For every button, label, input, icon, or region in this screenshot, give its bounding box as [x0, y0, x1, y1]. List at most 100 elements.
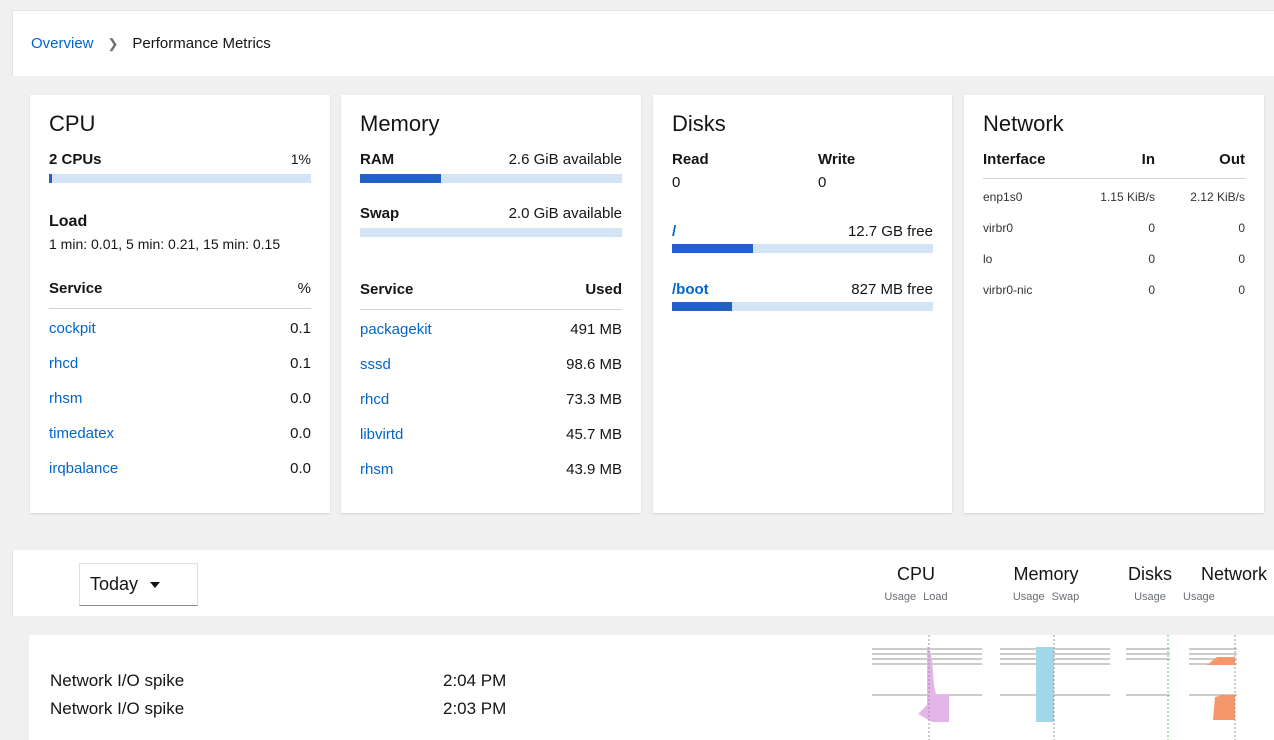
time-range-select[interactable]: Today — [79, 563, 198, 606]
network-out-cell: 0 — [1238, 282, 1245, 297]
network-sparkline — [1189, 635, 1237, 740]
memory-service-link[interactable]: libvirtd — [360, 426, 403, 443]
network-interface-cell: virbr0 — [983, 220, 1014, 235]
network-card: Network Interface In Out enp1s0 1.15 KiB/… — [964, 95, 1264, 513]
disk-mount-link[interactable]: /boot — [672, 281, 709, 298]
memory-service-header: Service — [360, 281, 414, 298]
memory-service-value: 491 MB — [570, 321, 622, 338]
network-out-cell: 2.12 KiB/s — [1190, 189, 1245, 204]
memory-service-row: sssd 98.6 MB — [360, 347, 622, 382]
events-panel: Network I/O spike 2:04 PM Network I/O sp… — [29, 635, 1274, 740]
cpu-service-value: 0.1 — [290, 320, 311, 337]
disks-column-sub: Usage — [1134, 591, 1166, 603]
network-column-header: Network Usage — [1183, 564, 1267, 603]
read-label: Read — [672, 151, 709, 168]
cpu-service-header: Service — [49, 280, 103, 297]
ram-value: 2.6 GiB available — [508, 151, 622, 168]
cpu-service-link[interactable]: timedatex — [49, 425, 114, 442]
memory-column-header: Memory Usage Swap — [998, 564, 1094, 603]
disk-mount: / 12.7 GB free — [672, 223, 933, 253]
memory-service-link[interactable]: rhcd — [360, 391, 389, 408]
event-label[interactable]: Network I/O spike — [50, 671, 184, 691]
time-range-value: Today — [90, 574, 139, 594]
network-out-cell: 0 — [1238, 251, 1245, 266]
swap-bar — [360, 228, 622, 237]
memory-sparkline — [1000, 635, 1110, 740]
disk-usage-fill — [672, 302, 733, 311]
write-label: Write — [818, 151, 856, 168]
memory-service-link[interactable]: packagekit — [360, 321, 432, 338]
network-row: virbr0-nic 0 0 — [983, 274, 1245, 305]
breadcrumb-overview-link[interactable]: Overview — [31, 35, 94, 52]
network-row: virbr0 0 0 — [983, 212, 1245, 243]
network-interface-cell: lo — [983, 251, 993, 266]
cpu-service-link[interactable]: rhsm — [49, 390, 82, 407]
in-header: In — [1141, 151, 1155, 168]
cpu-service-link[interactable]: rhcd — [49, 355, 78, 372]
disk-usage-fill — [672, 244, 753, 253]
memory-column-sub: Usage Swap — [1012, 591, 1080, 603]
cpu-service-row: rhsm 0.0 — [49, 381, 311, 416]
cpu-count: 2 CPUs — [49, 151, 102, 168]
disks-title: Disks — [672, 111, 726, 136]
cpu-service-link[interactable]: cockpit — [49, 320, 96, 337]
disk-free-value: 827 MB free — [851, 281, 933, 298]
ram-fill — [360, 174, 442, 183]
cpu-service-value: 0.0 — [290, 425, 311, 442]
disks-column-title: Disks — [1128, 564, 1172, 584]
cpu-title: CPU — [49, 111, 96, 136]
memory-card: Memory RAM 2.6 GiB available Swap 2.0 Gi… — [341, 95, 641, 513]
cpu-service-row: cockpit 0.1 — [49, 311, 311, 346]
network-row: lo 0 0 — [983, 243, 1245, 274]
cpu-percent-header: % — [297, 280, 311, 297]
network-in-cell: 0 — [1148, 220, 1155, 235]
network-in-cell: 0 — [1148, 282, 1155, 297]
event-time: 2:03 PM — [443, 699, 507, 718]
cpu-card: CPU 2 CPUs 1% Load 1 min: 0.01, 5 min: 0… — [30, 95, 330, 513]
cpu-service-row: timedatex 0.0 — [49, 416, 311, 451]
memory-used-header: Used — [585, 281, 622, 298]
disk-mount-link[interactable]: / — [672, 223, 676, 240]
swap-label: Swap — [360, 205, 400, 222]
metrics-toolbar: Today CPU Usage Load Memory Usage Swap D… — [12, 550, 1274, 616]
memory-service-value: 73.3 MB — [566, 391, 622, 408]
memory-title: Memory — [360, 111, 440, 136]
cpu-service-link[interactable]: irqbalance — [49, 460, 118, 477]
network-out-area — [1213, 695, 1235, 720]
disk-mount: /boot 827 MB free — [672, 281, 933, 311]
network-title: Network — [983, 111, 1064, 136]
cpu-column-title: CPU — [896, 564, 935, 584]
cpu-column-sub: Usage Load — [884, 591, 948, 603]
network-row: enp1s0 1.15 KiB/s 2.12 KiB/s — [983, 181, 1245, 212]
memory-service-row: rhcd 73.3 MB — [360, 382, 622, 417]
breadcrumb-current: Performance Metrics — [132, 35, 271, 52]
out-header: Out — [1219, 151, 1245, 168]
network-in-area — [1207, 657, 1235, 665]
memory-service-link[interactable]: rhsm — [360, 461, 393, 478]
disks-column-header: Disks Usage — [1120, 564, 1180, 603]
network-interface-cell: virbr0-nic — [983, 282, 1033, 297]
disks-card: Disks Read 0 Write 0 / 12.7 GB free/boot 8… — [653, 95, 952, 513]
interface-header: Interface — [983, 151, 1046, 168]
network-in-cell: 1.15 KiB/s — [1100, 189, 1155, 204]
memory-service-row: packagekit 491 MB — [360, 312, 622, 347]
swap-value: 2.0 GiB available — [508, 205, 622, 222]
memory-service-row: libvirtd 45.7 MB — [360, 417, 622, 452]
write-value: 0 — [818, 174, 827, 191]
read-value: 0 — [672, 174, 681, 191]
memory-service-value: 43.9 MB — [566, 461, 622, 478]
event-label[interactable]: Network I/O spike — [50, 699, 184, 719]
ram-bar — [360, 174, 622, 183]
load-value: 1 min: 0.01, 5 min: 0.21, 15 min: 0.15 — [49, 236, 281, 252]
memory-service-value: 45.7 MB — [566, 426, 622, 443]
memory-service-row: rhsm 43.9 MB — [360, 452, 622, 487]
memory-service-value: 98.6 MB — [566, 356, 622, 373]
disk-free-value: 12.7 GB free — [847, 223, 933, 240]
cpu-column-header: CPU Usage Load — [871, 564, 961, 603]
network-column-title: Network — [1200, 564, 1267, 584]
cpu-usage-area — [918, 647, 949, 722]
cpu-usage-percent: 1% — [290, 151, 311, 167]
network-in-cell: 0 — [1148, 251, 1155, 266]
memory-service-link[interactable]: sssd — [360, 356, 391, 373]
cpu-service-value: 0.1 — [290, 355, 311, 372]
